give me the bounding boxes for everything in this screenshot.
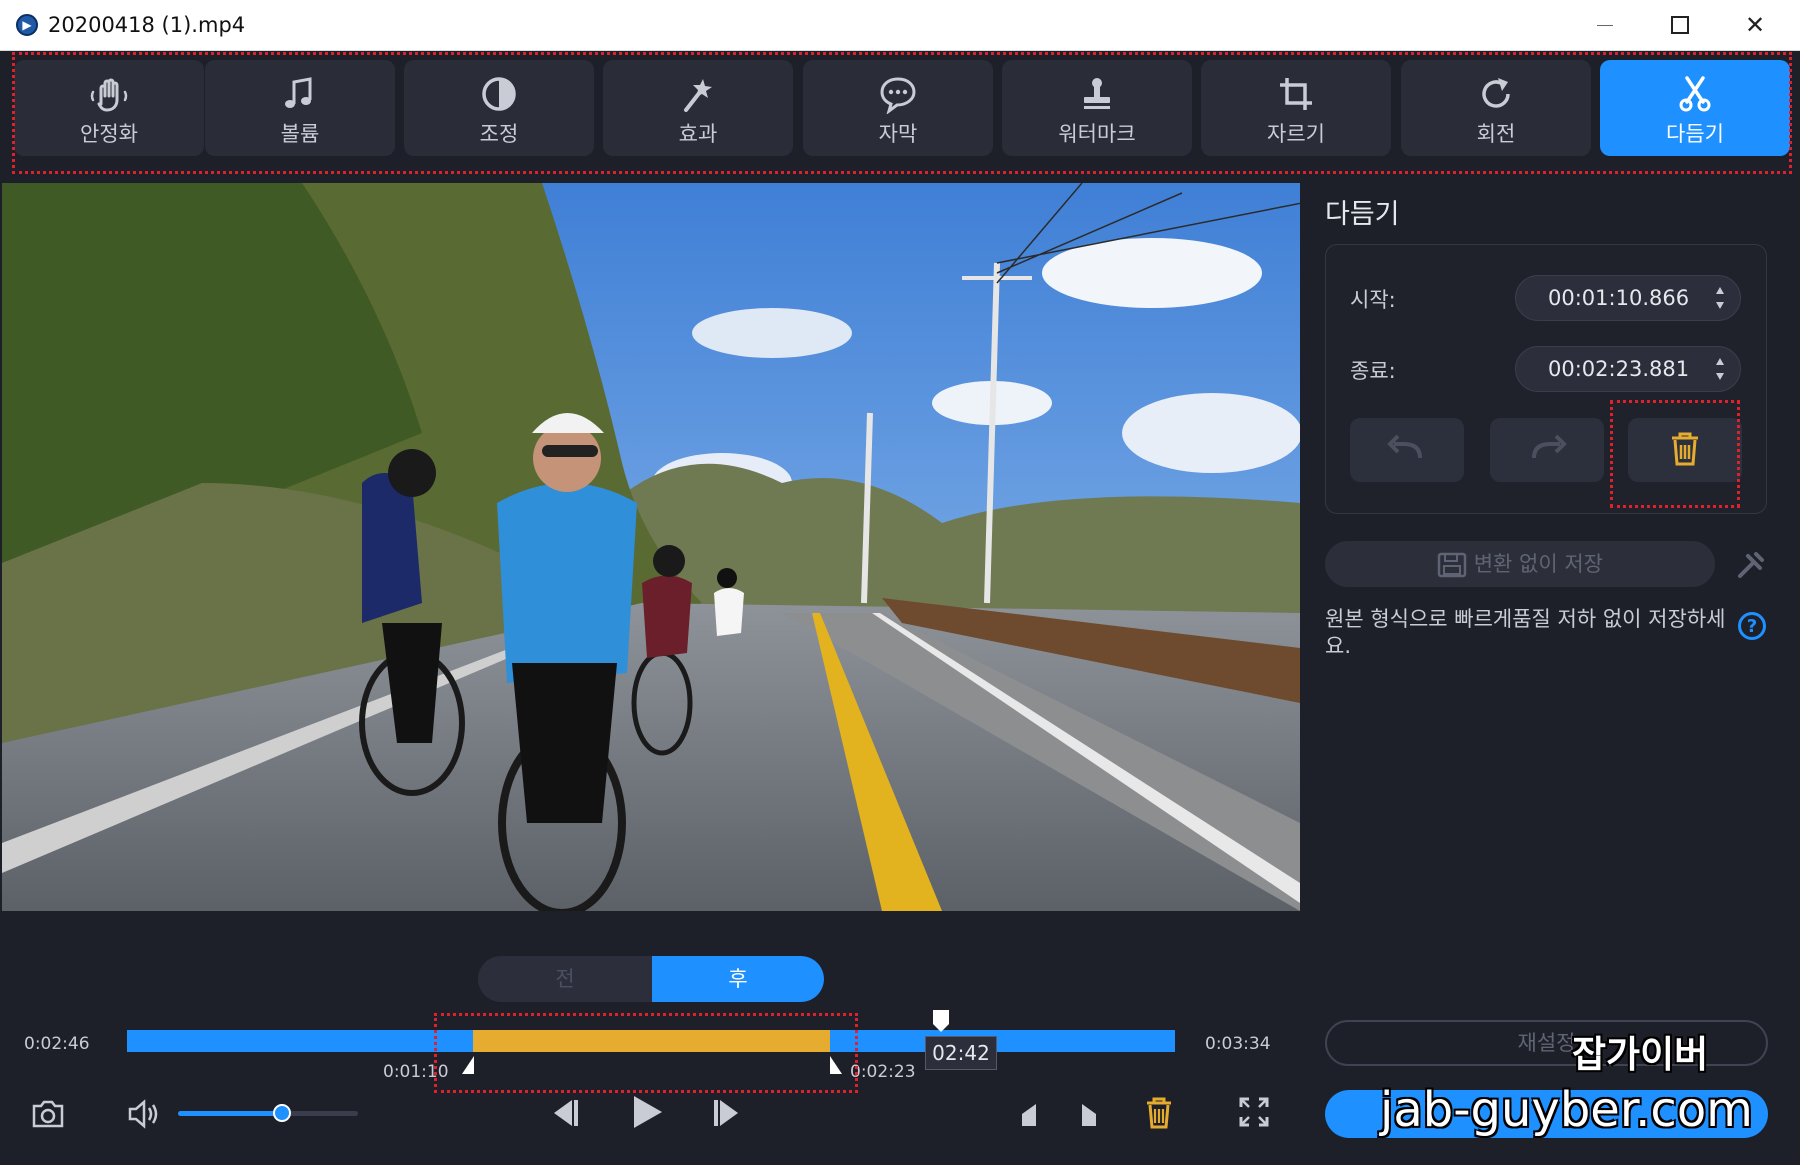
previous-frame-icon[interactable] [550, 1096, 580, 1130]
trim-end-time: 0:02:23 [850, 1062, 916, 1082]
redo-icon [1532, 434, 1567, 459]
trim-region-highlight [434, 1013, 858, 1093]
undo-button[interactable] [1350, 418, 1464, 482]
save-disk-icon [1437, 552, 1467, 578]
after-tab[interactable]: 후 [652, 956, 824, 1002]
start-time-value: 00:01:10.866 [1548, 286, 1690, 310]
title-bar: ▶ 20200418 (1).mp4 ✕ [0, 0, 1800, 51]
help-icon[interactable]: ? [1738, 612, 1766, 640]
maximize-button[interactable] [1645, 0, 1715, 50]
set-start-marker-icon[interactable] [1020, 1102, 1040, 1128]
app-logo-icon: ▶ [16, 14, 38, 36]
end-time-value: 00:02:23.881 [1548, 357, 1690, 381]
watermark-url: jab-guyber.com [1380, 1082, 1753, 1138]
redo-button[interactable] [1490, 418, 1604, 482]
panel-title: 다듬기 [1325, 199, 1400, 230]
volume-icon[interactable] [126, 1098, 162, 1130]
volume-slider-fill [178, 1111, 282, 1116]
hint-text: 원본 형식으로 빠르게품질 저하 없이 저장하세요. [1325, 607, 1726, 658]
delete-highlight [1610, 400, 1740, 508]
watermark-name: 잡가이버 [1572, 1033, 1709, 1076]
save-button-label: 변환 없이 저장 [1473, 552, 1603, 576]
fullscreen-icon[interactable] [1238, 1096, 1270, 1128]
camera-icon[interactable] [30, 1098, 66, 1130]
spinner-arrows-icon[interactable] [1714, 353, 1726, 385]
current-time-label: 0:02:46 [24, 1034, 90, 1054]
end-time-field[interactable]: 00:02:23.881 [1515, 346, 1741, 392]
close-button[interactable]: ✕ [1720, 0, 1790, 50]
duration-label: 0:03:34 [1205, 1034, 1271, 1054]
spinner-arrows-icon[interactable] [1714, 282, 1726, 314]
start-label: 시작: [1350, 288, 1396, 312]
undo-icon [1387, 434, 1422, 459]
toolbar-highlight [12, 52, 1792, 174]
delete-fragment-icon[interactable] [1144, 1096, 1174, 1130]
minimize-button[interactable] [1570, 0, 1640, 50]
video-preview[interactable] [2, 183, 1300, 911]
before-tab[interactable]: 전 [478, 956, 652, 1002]
save-without-conversion-button[interactable]: 변환 없이 저장 [1325, 541, 1715, 587]
start-time-field[interactable]: 00:01:10.866 [1515, 275, 1741, 321]
before-after-toggle[interactable]: 전 후 [478, 956, 824, 1002]
set-end-marker-icon[interactable] [1078, 1102, 1098, 1128]
play-icon[interactable] [630, 1092, 666, 1132]
settings-wrench-icon[interactable] [1734, 548, 1768, 582]
next-frame-icon[interactable] [712, 1096, 742, 1130]
video-frame-image [2, 183, 1300, 911]
volume-slider-knob[interactable] [273, 1104, 291, 1122]
playhead-marker[interactable] [931, 1008, 951, 1034]
window-title: 20200418 (1).mp4 [48, 13, 246, 37]
playhead-time: 02:42 [925, 1036, 997, 1070]
end-label: 종료: [1350, 359, 1396, 383]
